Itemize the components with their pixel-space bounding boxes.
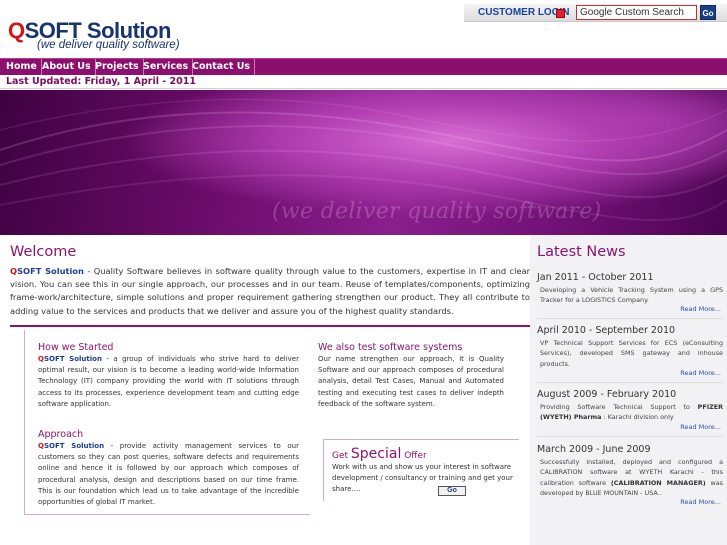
special-offer-go-button[interactable]: Go: [438, 486, 466, 496]
special-offer-heading: Get Special Offer: [332, 446, 427, 462]
welcome-paragraph: QSOFT Solution - Quality Software believ…: [10, 265, 530, 318]
news-divider: [537, 436, 723, 437]
news-item-date: March 2009 - June 2009: [537, 444, 651, 455]
main-nav: Home About Us Projects Services Contact …: [0, 58, 727, 75]
news-item-date: August 2009 - February 2010: [537, 389, 677, 400]
hero-banner: (we deliver quality software): [0, 90, 727, 235]
testing-paragraph: Our name strengthen our approach, it is …: [318, 355, 504, 408]
nav-item-projects[interactable]: Projects: [91, 59, 144, 75]
nav-item-services[interactable]: Services: [139, 59, 194, 75]
site-tagline: (we deliver quality software): [37, 39, 180, 51]
news-divider: [537, 318, 723, 319]
approach-text: - provide activity management services t…: [38, 442, 299, 507]
welcome-text: - Quality Software believes in software …: [10, 266, 530, 316]
latest-news-heading: Latest News: [537, 244, 626, 260]
news-read-more-link[interactable]: Read More...: [680, 305, 721, 313]
welcome-heading: Welcome: [10, 244, 77, 260]
how-we-started-heading: How we Started: [38, 342, 114, 353]
approach-heading: Approach: [38, 429, 84, 440]
nav-item-contact-us[interactable]: Contact Us: [188, 59, 256, 75]
news-item-text: VP Technical Support Services for ECS (e…: [540, 339, 723, 368]
news-item-text: Successfully installed, deployed and con…: [540, 458, 723, 498]
welcome-brand: QSOFT Solution: [10, 266, 84, 276]
approach-paragraph: QSOFT Solution - provide activity manage…: [38, 441, 299, 508]
news-item-date: Jan 2011 - October 2011: [537, 272, 654, 283]
search-input[interactable]: [576, 5, 697, 20]
testing-heading: We also test software systems: [318, 342, 463, 353]
news-read-more-link[interactable]: Read More...: [680, 498, 721, 506]
special-offer-text: Work with us and show us your interest i…: [332, 463, 513, 494]
search-go-button[interactable]: Go: [700, 5, 716, 20]
nav-item-home[interactable]: Home: [2, 59, 42, 75]
news-item-date: April 2010 - September 2010: [537, 325, 676, 336]
how-we-started-brand: QSOFT Solution: [38, 355, 102, 363]
logo-q: Q: [8, 18, 25, 43]
nav-item-about-us[interactable]: About Us: [38, 59, 96, 75]
banner-watermark: (we deliver quality software): [272, 199, 602, 224]
news-read-more-link[interactable]: Read More...: [680, 423, 721, 431]
last-updated-bar: Last Updated: Friday, 1 April - 2011: [0, 75, 727, 89]
last-updated-text: Last Updated: Friday, 1 April - 2011: [6, 76, 196, 87]
welcome-divider: [10, 325, 530, 327]
how-we-started-paragraph: QSOFT Solution - a group of individuals …: [38, 354, 299, 410]
news-item-text: Developing a Vehicle Tracking System usi…: [540, 286, 723, 305]
news-divider: [537, 382, 723, 383]
news-item-text: Providing Software Technical Support to …: [540, 403, 723, 422]
news-read-more-link[interactable]: Read More...: [680, 369, 721, 377]
login-icon[interactable]: [556, 9, 565, 18]
approach-brand: QSOFT Solution: [38, 442, 105, 450]
